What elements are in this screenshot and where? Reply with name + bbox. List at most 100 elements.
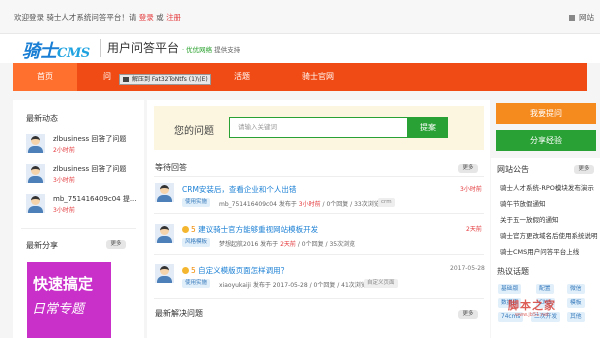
row-divider bbox=[154, 254, 484, 255]
register-link[interactable]: 注册 bbox=[166, 13, 181, 22]
notice-item[interactable]: 关于五一放假的通知 bbox=[500, 214, 559, 224]
site-link-area[interactable]: 网站 bbox=[568, 12, 594, 23]
avatar[interactable] bbox=[26, 194, 45, 213]
sub-text: 提供支持 bbox=[214, 46, 241, 54]
logo-cms-text: CMS bbox=[57, 46, 90, 61]
solved-more-button[interactable]: 更多 bbox=[458, 310, 478, 319]
banner-line2: 日常专题 bbox=[32, 302, 85, 317]
ask-box: 您的问题 请输入关键词 提案 bbox=[154, 106, 484, 150]
sub-brand: · 优优网络 bbox=[182, 46, 213, 54]
question-title[interactable]: 5 建议骑士官方能够重视网站模板开发 bbox=[182, 224, 318, 235]
meta-time: 2天前 bbox=[280, 241, 296, 248]
ask-question-button[interactable]: 我要提问 bbox=[496, 103, 596, 124]
avatar[interactable] bbox=[26, 164, 45, 183]
activity-name[interactable]: zlbusiness 回答了问题 bbox=[53, 164, 126, 174]
notice-item[interactable]: 骑午节放假通知 bbox=[500, 198, 546, 208]
question-meta: mb_751416409c04 发布于 3小时前 / 0个回复 / 33次浏览 bbox=[219, 199, 380, 208]
reward-coin-icon bbox=[182, 226, 189, 233]
activity-time: 2小时前 bbox=[53, 147, 75, 154]
meta-time: 3小时前 bbox=[298, 201, 321, 208]
meta-time: 2017-05-28 bbox=[272, 282, 308, 289]
hot-tag[interactable]: 基础版 bbox=[498, 284, 522, 294]
site-name: 用户问答平台 bbox=[107, 41, 180, 55]
nav-item-topics[interactable]: 活题 bbox=[227, 63, 257, 91]
question-title-text[interactable]: 建议骑士官方能够重视网站模板开发 bbox=[198, 225, 318, 234]
avatar-body bbox=[28, 146, 43, 153]
login-link[interactable]: 登录 bbox=[139, 13, 154, 22]
topic-tag[interactable]: crm bbox=[378, 198, 395, 207]
section-divider bbox=[154, 176, 484, 177]
avatar-body bbox=[28, 176, 43, 183]
share-more-button[interactable]: 更多 bbox=[106, 240, 126, 249]
solved-title: 最新解决问题 bbox=[155, 309, 203, 318]
site-logo[interactable]: 骑士CMS bbox=[22, 37, 90, 63]
question-input[interactable]: 请输入关键词 bbox=[229, 117, 408, 138]
nav-item-home[interactable]: 首页 bbox=[13, 63, 77, 91]
notice-more-button[interactable]: 更多 bbox=[574, 165, 594, 174]
meta-stats: / 0个回复 / 41次浏览 bbox=[309, 282, 367, 289]
top-bar: 欢迎登录 骑士人才系统问答平台！请 登录 或 注册 网站 bbox=[0, 0, 600, 34]
welcome-text: 欢迎登录 骑士人才系统问答平台！请 bbox=[14, 13, 137, 22]
question-title[interactable]: CRM安装后，查看企业和个人出错 bbox=[182, 184, 296, 195]
nav-item-questions[interactable]: 问 bbox=[97, 63, 117, 91]
avatar[interactable] bbox=[26, 134, 45, 153]
section-divider bbox=[154, 298, 484, 299]
avatar[interactable] bbox=[155, 224, 174, 243]
share-experience-button[interactable]: 分享经验 bbox=[496, 130, 596, 151]
archive-icon bbox=[123, 77, 129, 82]
hot-tag[interactable]: 其他 bbox=[567, 312, 585, 322]
tooltip-text: 解压到 Fat32ToNtfs (1)\(E) bbox=[132, 76, 208, 83]
waiting-title: 等待回答 bbox=[155, 163, 187, 172]
ask-submit-button[interactable]: 提案 bbox=[408, 117, 448, 138]
hot-tag[interactable]: 模板 bbox=[567, 298, 585, 308]
site-subtitle: · 优优网络 提供支持 bbox=[182, 44, 240, 54]
meta-user[interactable]: xiaoyukaiji 发布于 bbox=[219, 282, 271, 289]
avatar[interactable] bbox=[155, 264, 174, 283]
activity-time: 3小时前 bbox=[53, 177, 75, 184]
logo-main-text: 骑士 bbox=[22, 41, 58, 62]
reward-coin-icon bbox=[182, 267, 189, 274]
reward-amount: 5 bbox=[191, 266, 196, 275]
question-title-text[interactable]: 自定义模版页面怎样调用？ bbox=[198, 266, 288, 275]
ask-label: 您的问题 bbox=[174, 126, 214, 137]
top-welcome: 欢迎登录 骑士人才系统问答平台！请 登录 或 注册 bbox=[14, 12, 181, 23]
meta-user[interactable]: 梦想起航2016 发布于 bbox=[219, 241, 278, 248]
site-link[interactable]: 网站 bbox=[579, 13, 594, 22]
notice-item[interactable]: 骑士CMS用户问答平台上线 bbox=[500, 246, 579, 256]
row-divider bbox=[154, 213, 484, 214]
hot-tag[interactable]: 微信 bbox=[567, 284, 585, 294]
question-title[interactable]: 5 自定义模版页面怎样调用？ bbox=[182, 265, 288, 276]
activity-time: 3小时前 bbox=[53, 207, 75, 214]
hot-topics-title: 热议话题 bbox=[497, 267, 529, 276]
activity-name[interactable]: zlbusiness 回答了问题 bbox=[53, 134, 126, 144]
question-time: 3小时前 bbox=[460, 186, 482, 193]
home-icon bbox=[568, 15, 575, 21]
notice-item[interactable]: 骑士官方更改域名后使用系统说明 bbox=[500, 230, 598, 240]
category-tag[interactable]: 风格模板 bbox=[182, 238, 211, 247]
avatar[interactable] bbox=[155, 183, 174, 202]
waiting-more-button[interactable]: 更多 bbox=[458, 164, 478, 173]
activity-name[interactable]: mb_751416409c04 提... bbox=[53, 194, 137, 204]
meta-stats: / 0个回复 / 35次浏览 bbox=[297, 241, 356, 248]
nav-item-official-site[interactable]: 骑士官网 bbox=[293, 63, 343, 91]
avatar-head bbox=[160, 185, 169, 194]
question-meta: xiaoyukaiji 发布于 2017-05-28 / 0个回复 / 41次浏… bbox=[219, 280, 367, 289]
notice-item[interactable]: 骑士人才系统-RPO模块发布演示 bbox=[500, 182, 594, 192]
avatar-head bbox=[31, 136, 40, 145]
avatar-body bbox=[28, 206, 43, 213]
notice-title: 网站公告 bbox=[497, 165, 529, 174]
activity-title: 最新动态 bbox=[26, 114, 58, 123]
reward-amount: 5 bbox=[191, 225, 196, 234]
hot-tag[interactable]: 配置 bbox=[536, 284, 554, 294]
avatar-head bbox=[160, 226, 169, 235]
category-tag[interactable]: 使用实施 bbox=[182, 198, 211, 207]
avatar-head bbox=[31, 166, 40, 175]
meta-user[interactable]: mb_751416409c04 发布于 bbox=[219, 201, 297, 208]
avatar-body bbox=[157, 236, 172, 243]
promo-banner[interactable]: 快速搞定 日常专题 bbox=[27, 262, 111, 338]
meta-stats: / 0个回复 / 33次浏览 bbox=[322, 201, 380, 208]
category-tag[interactable]: 使用实施 bbox=[182, 279, 211, 288]
avatar-head bbox=[31, 196, 40, 205]
question-time: 2017-05-28 bbox=[450, 265, 485, 272]
topic-tag[interactable]: 自定义页面 bbox=[364, 279, 398, 288]
